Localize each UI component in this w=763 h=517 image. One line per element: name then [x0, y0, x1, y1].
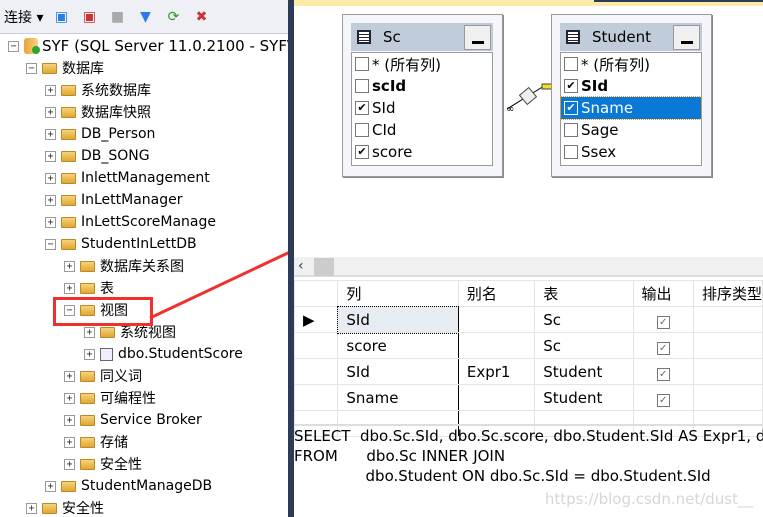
grid-row[interactable]: SId Expr1 Student ✓ [293, 358, 763, 385]
column-cell[interactable]: SId [337, 358, 459, 385]
field-row[interactable]: scId [352, 75, 492, 97]
row-selector[interactable] [293, 332, 339, 359]
horizontal-scrollbar[interactable]: ‹ [294, 257, 763, 277]
table-box-sc[interactable]: Sc * (所有列) scId ✔ SId CId ✔ score [342, 14, 503, 177]
field-label: Sname [581, 99, 634, 117]
sql-line: SELECT dbo.Sc.SId, dbo.Sc.score, dbo.Stu… [294, 427, 763, 445]
minimize-button[interactable] [464, 25, 491, 50]
field-row[interactable]: Sage [561, 119, 701, 141]
field-row[interactable]: ✔ SId [352, 97, 492, 119]
row-selector[interactable] [293, 384, 339, 411]
field-label: * (所有列) [372, 55, 441, 74]
table-cell[interactable]: Sc [534, 332, 634, 359]
grid-row[interactable]: score Sc ✓ [293, 332, 763, 359]
field-label: CId [372, 121, 397, 139]
sql-pane[interactable]: SELECT dbo.Sc.SId, dbo.Sc.score, dbo.Stu… [294, 424, 763, 517]
sort-type-cell[interactable] [692, 332, 763, 359]
field-label: * (所有列) [581, 55, 650, 74]
alias-cell[interactable] [457, 306, 536, 333]
field-checkbox[interactable] [355, 79, 369, 93]
table-box-student[interactable]: Student * (所有列) ✔ SId ✔ Sname Sage Ssex [551, 14, 712, 177]
field-checkbox[interactable] [564, 145, 578, 159]
alias-header[interactable]: 别名 [457, 280, 536, 307]
table-cell[interactable]: Student [534, 358, 634, 385]
output-checkbox[interactable]: ✓ [656, 341, 670, 355]
row-header [293, 280, 339, 307]
table-icon [357, 30, 371, 44]
field-label: score [372, 143, 413, 161]
sort-type-cell[interactable] [692, 358, 763, 385]
alias-cell[interactable] [457, 384, 536, 411]
field-label: scId [372, 77, 407, 95]
output-cell[interactable]: ✓ [632, 332, 694, 359]
sort-type-header[interactable]: 排序类型 [692, 280, 763, 307]
sort-type-cell[interactable] [692, 306, 763, 333]
table-title-bar[interactable]: Sc [351, 23, 493, 51]
field-checkbox[interactable]: ✔ [564, 101, 578, 115]
table-name: Sc [383, 28, 401, 46]
minimize-button[interactable] [673, 25, 700, 50]
row-selector[interactable]: ▶ [293, 306, 339, 333]
field-row[interactable]: ✔ SId [561, 75, 701, 97]
field-label: SId [581, 77, 609, 95]
field-list: * (所有列) ✔ SId ✔ Sname Sage Ssex [560, 52, 702, 166]
field-checkbox[interactable] [564, 123, 578, 137]
field-checkbox[interactable]: ✔ [355, 145, 369, 159]
field-checkbox[interactable]: ✔ [564, 79, 578, 93]
output-cell[interactable]: ✓ [632, 306, 694, 333]
sql-line: dbo.Student ON dbo.Sc.SId = dbo.Student.… [294, 467, 711, 485]
row-selector[interactable] [293, 358, 339, 385]
table-icon [566, 30, 580, 44]
table-title-bar[interactable]: Student [560, 23, 702, 51]
field-checkbox[interactable] [564, 57, 578, 71]
output-checkbox[interactable]: ✓ [656, 315, 670, 329]
output-cell[interactable]: ✓ [632, 358, 694, 385]
sql-line: FROM dbo.Sc INNER JOIN [294, 447, 506, 465]
svg-text:∞: ∞ [506, 104, 514, 115]
field-checkbox[interactable] [355, 123, 369, 137]
column-cell[interactable]: Sname [337, 384, 459, 411]
column-cell[interactable]: SId [336, 305, 460, 334]
field-row[interactable]: ✔ score [352, 141, 492, 163]
grid-header: 列 别名 表 输出 排序类型 [293, 280, 763, 307]
field-label: Ssex [581, 143, 617, 161]
output-checkbox[interactable]: ✓ [656, 367, 670, 381]
output-header[interactable]: 输出 [632, 280, 694, 307]
scroll-thumb[interactable] [314, 258, 334, 276]
column-cell[interactable]: score [337, 332, 459, 359]
table-cell[interactable]: Sc [534, 306, 634, 333]
view-designer: ∞ ‹ 列 别名 表 输出 排序类型 ▶ SId Sc ✓ score Sc ✓ SId Exp… [293, 0, 763, 517]
sort-type-cell[interactable] [692, 384, 763, 411]
col-header[interactable]: 列 [337, 280, 459, 307]
grid-row[interactable]: Sname Student ✓ [293, 384, 763, 411]
alias-cell[interactable]: Expr1 [457, 358, 536, 385]
table-name: Student [592, 28, 652, 46]
field-row[interactable]: ✔ Sname [560, 96, 702, 120]
table-header[interactable]: 表 [534, 280, 634, 307]
tab-strip-edge [594, 0, 763, 2]
criteria-grid: 列 别名 表 输出 排序类型 ▶ SId Sc ✓ score Sc ✓ SId Expr1 St… [293, 280, 763, 437]
field-row[interactable]: CId [352, 119, 492, 141]
field-label: Sage [581, 121, 619, 139]
watermark: https://blog.csdn.net/dust__ [544, 490, 753, 508]
field-row[interactable]: * (所有列) [561, 53, 701, 75]
field-row[interactable]: * (所有列) [352, 53, 492, 75]
field-checkbox[interactable] [355, 57, 369, 71]
grid-row[interactable]: ▶ SId Sc ✓ [293, 305, 763, 334]
field-checkbox[interactable]: ✔ [355, 101, 369, 115]
output-checkbox[interactable]: ✓ [656, 393, 670, 407]
field-row[interactable]: Ssex [561, 141, 701, 163]
output-cell[interactable]: ✓ [632, 384, 694, 411]
field-label: SId [372, 99, 396, 117]
table-cell[interactable]: Student [534, 384, 634, 411]
scroll-left-icon[interactable]: ‹ [298, 258, 304, 274]
alias-cell[interactable] [457, 332, 536, 359]
field-list: * (所有列) scId ✔ SId CId ✔ score [351, 52, 493, 166]
